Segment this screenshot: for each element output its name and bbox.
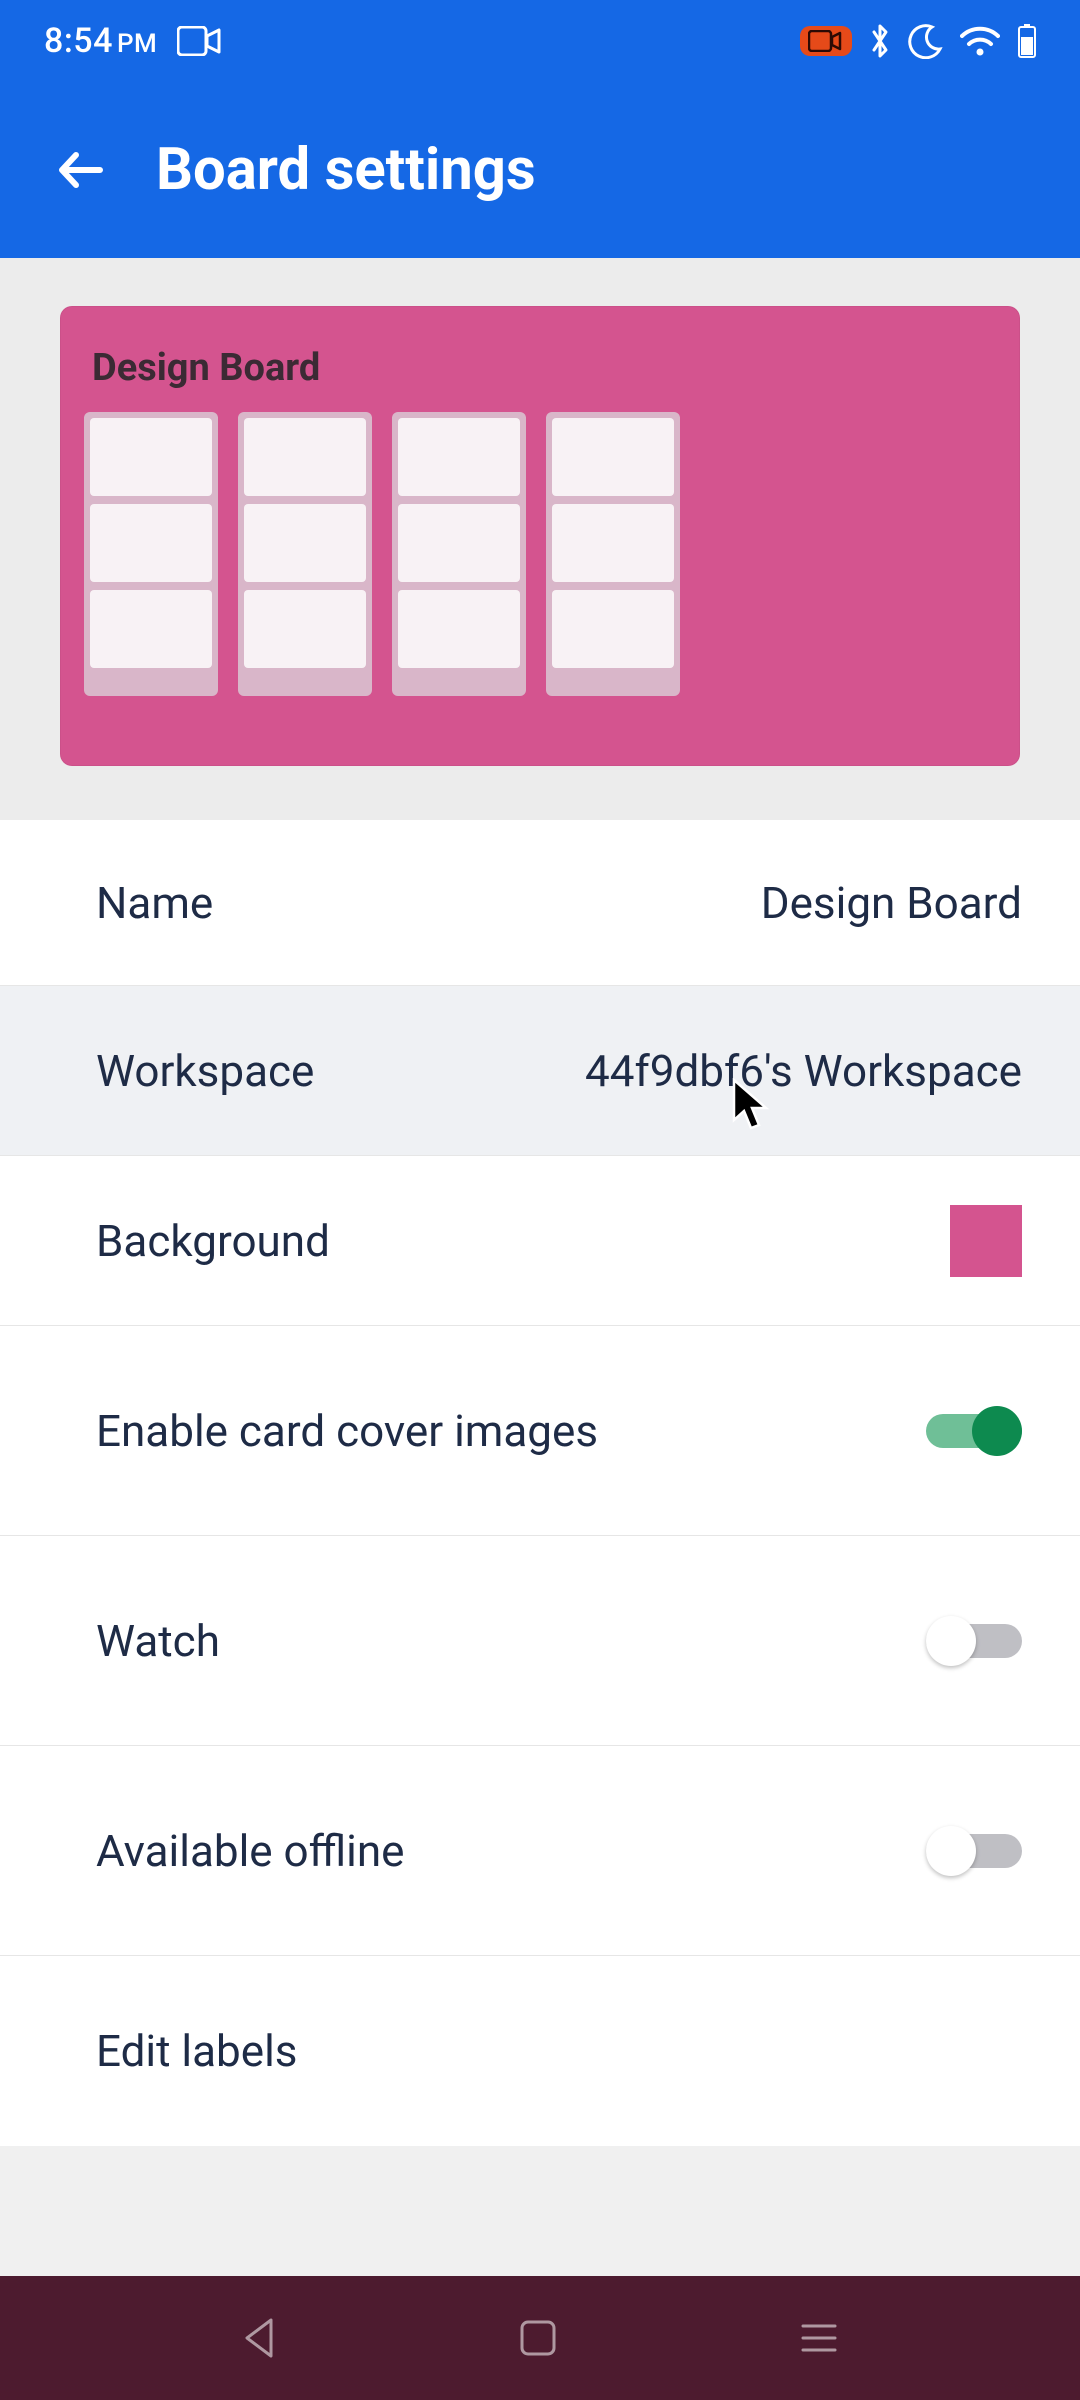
preview-card [244,504,366,582]
row-workspace-value: 44f9dbf6's Workspace [585,1045,1022,1097]
preview-card [90,590,212,668]
preview-card [552,418,674,496]
system-nav-bar [0,2276,1080,2400]
nav-recents-button[interactable] [797,2320,841,2356]
preview-card [398,590,520,668]
nav-back-button[interactable] [239,2314,279,2362]
preview-list [84,412,218,696]
status-right [800,23,1038,59]
nav-home-icon [516,2316,560,2360]
toggle-thumb [926,1826,976,1876]
preview-card [552,504,674,582]
arrow-left-icon [54,143,108,197]
watch-toggle[interactable] [926,1614,1022,1668]
row-name-label: Name [96,877,213,929]
preview-card [398,504,520,582]
wifi-icon [960,26,1000,56]
row-name[interactable]: Name Design Board [0,820,1080,986]
status-bar: 8:54PM [0,0,1080,82]
row-watch[interactable]: Watch [0,1536,1080,1746]
preview-list [238,412,372,696]
toggle-thumb [926,1616,976,1666]
screen-record-icon [800,26,852,56]
moon-icon [908,23,944,59]
background-color-swatch [950,1205,1022,1277]
row-workspace-label: Workspace [96,1045,314,1097]
status-time-value: 8:54 [44,21,113,61]
nav-back-icon [239,2314,279,2362]
row-card-cover-label: Enable card cover images [96,1405,598,1457]
row-offline-label: Available offline [96,1825,405,1877]
row-card-cover[interactable]: Enable card cover images [0,1326,1080,1536]
card-cover-toggle[interactable] [926,1404,1022,1458]
board-preview-title: Design Board [84,346,996,390]
preview-lists [84,412,996,696]
row-background[interactable]: Background [0,1156,1080,1326]
row-workspace[interactable]: Workspace 44f9dbf6's Workspace [0,986,1080,1156]
row-edit-labels[interactable]: Edit labels [0,1956,1080,2146]
camcorder-icon [177,26,221,56]
preview-card [552,590,674,668]
preview-list [546,412,680,696]
page-title: Board settings [156,136,536,204]
status-left: 8:54PM [44,21,221,61]
row-background-label: Background [96,1215,330,1267]
status-time-ampm: PM [117,29,157,59]
battery-icon [1016,23,1038,59]
board-preview[interactable]: Design Board [60,306,1020,766]
toggle-thumb [972,1406,1022,1456]
app-bar: Board settings [0,82,1080,258]
preview-card [90,418,212,496]
bluetooth-icon [868,23,892,59]
back-button[interactable] [46,135,116,205]
nav-home-button[interactable] [516,2316,560,2360]
preview-list [392,412,526,696]
row-offline[interactable]: Available offline [0,1746,1080,1956]
nav-recents-icon [797,2320,841,2356]
row-name-value: Design Board [761,877,1022,929]
preview-card [90,504,212,582]
preview-card [398,418,520,496]
offline-toggle[interactable] [926,1824,1022,1878]
status-time: 8:54PM [44,21,157,61]
preview-card [244,418,366,496]
board-preview-zone: Design Board [0,258,1080,820]
preview-card [244,590,366,668]
row-watch-label: Watch [96,1615,220,1667]
row-edit-labels-label: Edit labels [96,2025,298,2077]
